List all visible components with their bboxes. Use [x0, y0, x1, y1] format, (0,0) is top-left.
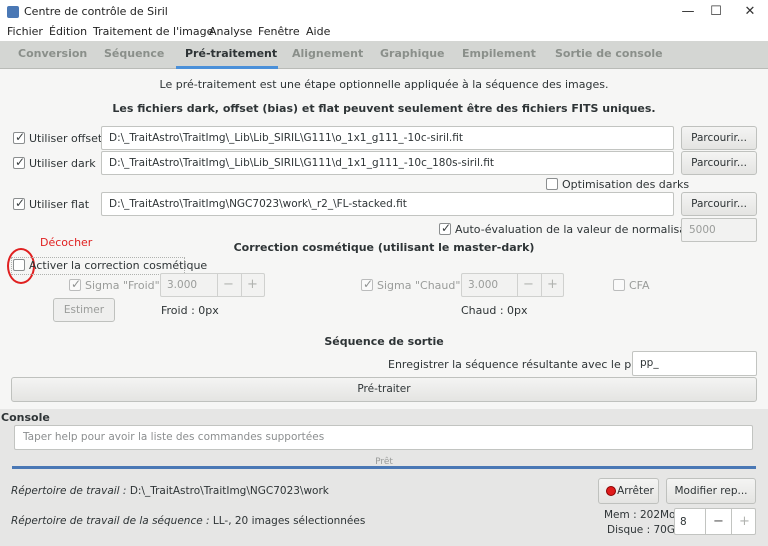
dark-optimization-checkbox[interactable] — [546, 178, 558, 190]
disk-space: Disque : 70G — [607, 524, 675, 536]
sigma-cold-checkbox[interactable] — [69, 277, 81, 291]
flat-browse-button[interactable]: Parcourir... — [681, 192, 757, 216]
sigma-hot-value: 3.000 — [468, 279, 499, 291]
title-bar: Centre de contrôle de Siril — ☐ ✕ — [0, 0, 768, 24]
offset-label: Utiliser offset — [29, 132, 103, 145]
intro-text: Le pré-traitement est une étape optionne… — [159, 78, 609, 91]
offset-path-field[interactable]: D:\_TraitAstro\TraitImg\_Lib\Lib_SIRIL\G… — [101, 126, 674, 150]
cold-result: Froid : 0px — [161, 304, 219, 317]
seqdir-label: Répertoire de travail de la séquence : — [11, 515, 210, 527]
console-label: Console — [1, 411, 50, 424]
threads-spinner[interactable]: 8 − + — [674, 508, 756, 535]
auto-normalization-checkbox[interactable] — [439, 221, 451, 235]
sigma-cold-minus-icon[interactable]: − — [217, 274, 239, 296]
flat-checkbox[interactable] — [13, 196, 25, 210]
sigma-hot-plus-icon[interactable]: + — [541, 274, 563, 296]
tab-registration[interactable]: Alignement — [292, 47, 363, 60]
sigma-hot-checkbox[interactable] — [361, 277, 373, 291]
stop-button-label: Arrêter — [617, 485, 654, 497]
dark-label: Utiliser dark — [29, 157, 96, 170]
tab-console-output[interactable]: Sortie de console — [555, 47, 663, 60]
flat-path-field[interactable]: D:\_TraitAstro\TraitImg\NGC7023\work\_r2… — [101, 192, 674, 216]
menu-analyse[interactable]: Analyse — [209, 25, 252, 38]
threads-minus-icon[interactable]: − — [705, 509, 731, 534]
workdir-row: Répertoire de travail : D:\_TraitAstro\T… — [11, 485, 329, 497]
memory-usage: Mem : 202Mo — [604, 509, 676, 521]
cosmetic-activate-label: Activer la correction cosmétique — [29, 259, 208, 272]
tab-conversion[interactable]: Conversion — [18, 47, 87, 60]
cfa-label: CFA — [629, 279, 650, 292]
menu-fenetre[interactable]: Fenêtre — [258, 25, 300, 38]
sigma-hot-label: Sigma "Chaud" : — [377, 279, 468, 292]
sigma-cold-spinner[interactable]: 3.000 − + — [160, 273, 265, 297]
workdir-value: D:\_TraitAstro\TraitImg\NGC7023\work — [129, 485, 329, 497]
threads-plus-icon[interactable]: + — [731, 509, 757, 534]
cfa-checkbox[interactable] — [613, 279, 625, 291]
menu-fichier[interactable]: Fichier — [7, 25, 43, 38]
normalization-value-field[interactable]: 5000 — [681, 218, 757, 242]
tab-stacking[interactable]: Empilement — [462, 47, 536, 60]
tab-bar: Conversion Séquence Pré-traitement Align… — [0, 41, 768, 69]
output-prefix-label: Enregistrer la séquence résultante avec … — [388, 358, 670, 371]
console-command-input[interactable]: Taper help pour avoir la liste des comma… — [14, 425, 753, 450]
threads-value: 8 — [680, 516, 687, 528]
menu-traitement[interactable]: Traitement de l'image — [93, 25, 213, 38]
window-title: Centre de contrôle de Siril — [24, 5, 168, 18]
offset-browse-button[interactable]: Parcourir... — [681, 126, 757, 150]
auto-normalization-label: Auto-évaluation de la valeur de normalis… — [455, 223, 708, 236]
stop-icon — [606, 486, 616, 496]
dark-browse-button[interactable]: Parcourir... — [681, 151, 757, 175]
tab-preprocessing[interactable]: Pré-traitement — [185, 47, 277, 60]
output-title: Séquence de sortie — [324, 335, 444, 348]
preprocess-button[interactable]: Pré-traiter — [11, 377, 757, 402]
workdir-label: Répertoire de travail : — [11, 485, 127, 497]
fits-note: Les fichiers dark, offset (bias) et flat… — [112, 102, 656, 115]
menu-edition[interactable]: Édition — [49, 25, 87, 38]
seqdir-row: Répertoire de travail de la séquence : L… — [11, 515, 365, 527]
close-button[interactable]: ✕ — [734, 0, 766, 24]
menu-bar: Fichier Édition Traitement de l'image An… — [0, 24, 768, 41]
output-prefix-field[interactable]: pp_ — [632, 351, 757, 376]
cosmetic-activate-checkbox[interactable] — [13, 259, 25, 271]
sigma-cold-value: 3.000 — [167, 279, 198, 291]
sigma-hot-spinner[interactable]: 3.000 − + — [461, 273, 564, 297]
hot-result: Chaud : 0px — [461, 304, 528, 317]
flat-label: Utiliser flat — [29, 198, 90, 211]
siril-app-icon — [7, 6, 19, 18]
progress-bar — [12, 466, 756, 469]
dark-path-field[interactable]: D:\_TraitAstro\TraitImg\_Lib\Lib_SIRIL\G… — [101, 151, 674, 175]
sigma-hot-minus-icon[interactable]: − — [517, 274, 539, 296]
dark-checkbox[interactable] — [13, 155, 25, 169]
tab-plot[interactable]: Graphique — [380, 47, 445, 60]
offset-checkbox[interactable] — [13, 130, 25, 144]
menu-aide[interactable]: Aide — [306, 25, 330, 38]
sigma-cold-label: Sigma "Froid" : — [85, 279, 167, 292]
dark-optimization-label: Optimisation des darks — [562, 178, 690, 191]
sigma-cold-plus-icon[interactable]: + — [241, 274, 263, 296]
change-directory-button[interactable]: Modifier rep... — [666, 478, 756, 504]
cosmetic-title: Correction cosmétique (utilisant le mast… — [233, 241, 535, 254]
maximize-button[interactable]: ☐ — [700, 0, 732, 24]
estimate-button[interactable]: Estimer — [53, 298, 115, 322]
tab-sequence[interactable]: Séquence — [104, 47, 164, 60]
seqdir-value: LL-, 20 images sélectionnées — [212, 515, 366, 527]
